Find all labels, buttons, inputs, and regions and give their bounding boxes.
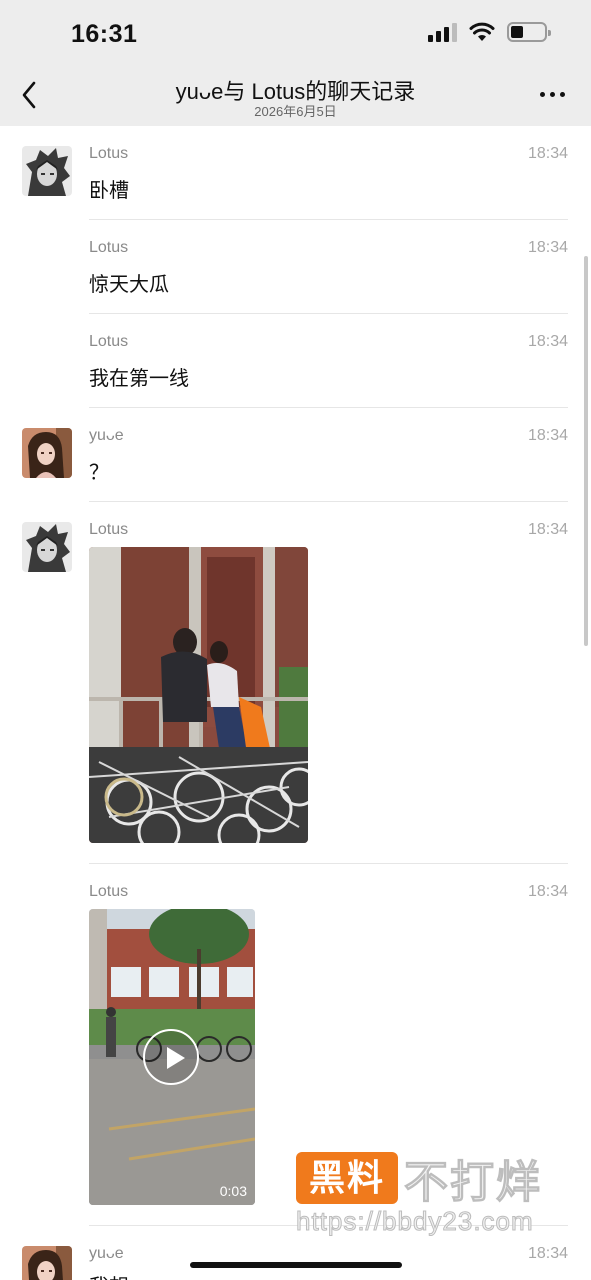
- status-time: 16:31: [71, 20, 138, 48]
- video-duration: 0:03: [219, 1183, 247, 1199]
- wifi-icon: [469, 22, 495, 41]
- avatar[interactable]: [22, 428, 72, 478]
- avatar[interactable]: [22, 1246, 72, 1280]
- message-text[interactable]: ？: [89, 456, 109, 485]
- message-time: 18:34: [527, 333, 568, 350]
- message-time: 18:34: [527, 427, 568, 444]
- message-list[interactable]: Lotus 18:34 卧槽 Lotus 18:34 惊天大瓜 Lotus 18…: [0, 126, 591, 1280]
- home-indicator[interactable]: [190, 1262, 402, 1268]
- cellular-signal-icon: [428, 22, 457, 42]
- list-item[interactable]: Lotus 18:34 卧槽: [0, 126, 591, 220]
- more-options-icon[interactable]: [540, 92, 565, 97]
- message-text[interactable]: 卧槽: [89, 174, 129, 203]
- sender-name: Lotus: [89, 521, 129, 538]
- top-bar: 16:31 yuᴗe与 Lotus的聊天记录 2026年6月5日: [0, 0, 591, 126]
- list-item[interactable]: yuᴗe 18:34 ？: [0, 408, 591, 502]
- sender-name: yuᴗe: [89, 427, 124, 444]
- chat-date: 2026年6月5日: [254, 104, 337, 119]
- watermark-url: https://bbdy23.com: [296, 1206, 534, 1237]
- list-item[interactable]: Lotus 18:34: [0, 502, 591, 864]
- message-time: 18:34: [527, 145, 568, 162]
- play-icon[interactable]: [143, 1029, 199, 1085]
- watermark-text: 不打烊: [404, 1158, 542, 1208]
- status-icons: [428, 22, 551, 42]
- avatar[interactable]: [22, 522, 72, 572]
- sender-name: Lotus: [89, 333, 129, 350]
- sender-name: Lotus: [89, 145, 129, 162]
- sender-name: Lotus: [89, 883, 129, 900]
- battery-icon: [507, 22, 551, 42]
- watermark-badge: 黑料: [296, 1152, 398, 1204]
- watermark: 黑料 不打烊: [296, 1146, 542, 1210]
- message-text[interactable]: 我想: [89, 1270, 129, 1280]
- list-item[interactable]: Lotus 18:34 惊天大瓜: [0, 220, 591, 314]
- sender-name: yuᴗe: [89, 1245, 124, 1262]
- message-text[interactable]: 惊天大瓜: [89, 268, 169, 297]
- message-time: 18:34: [527, 239, 568, 256]
- video-message[interactable]: 0:03: [89, 909, 255, 1205]
- message-time: 18:34: [527, 1245, 568, 1262]
- message-time: 18:34: [527, 883, 568, 900]
- scrollbar[interactable]: [584, 256, 588, 646]
- sender-name: Lotus: [89, 239, 129, 256]
- photo-message[interactable]: [89, 547, 308, 843]
- list-item[interactable]: Lotus 18:34 我在第一线: [0, 314, 591, 408]
- message-time: 18:34: [527, 521, 568, 538]
- message-text[interactable]: 我在第一线: [89, 362, 189, 391]
- avatar[interactable]: [22, 146, 72, 196]
